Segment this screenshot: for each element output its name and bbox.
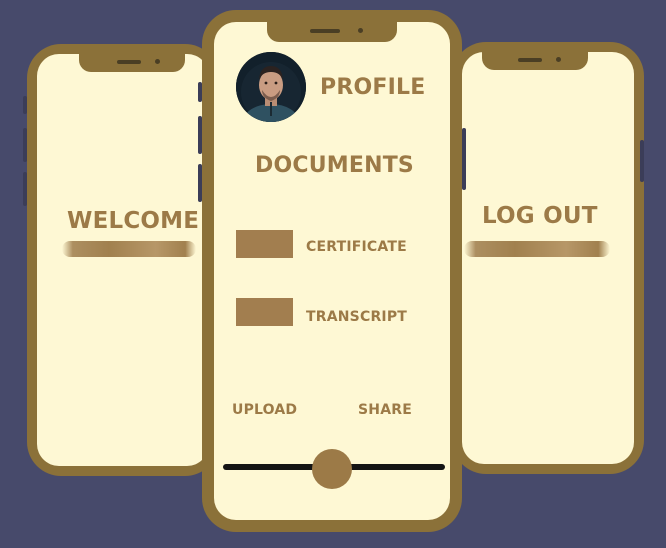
left-phone-side-button <box>23 172 27 206</box>
right-phone-camera <box>556 57 561 62</box>
welcome-title[interactable]: WELCOME <box>67 208 199 234</box>
transcript-label[interactable]: TRANSCRIPT <box>306 309 407 325</box>
share-button[interactable]: SHARE <box>358 402 412 418</box>
left-phone-side-button <box>23 96 27 114</box>
center-phone-camera <box>358 28 363 33</box>
certificate-thumbnail[interactable] <box>236 230 293 258</box>
center-phone-side-button <box>198 82 202 102</box>
left-phone-camera <box>155 59 160 64</box>
left-phone-side-button <box>23 128 27 162</box>
left-phone-speaker <box>117 60 141 64</box>
avatar[interactable] <box>236 52 306 122</box>
documents-title: DOCUMENTS <box>255 153 414 178</box>
welcome-brush-stroke <box>62 241 196 257</box>
profile-photo-icon <box>236 52 306 122</box>
center-phone-side-button <box>198 164 202 202</box>
center-phone-side-button <box>462 128 466 190</box>
log-out-brush-stroke <box>464 241 610 257</box>
left-phone <box>27 44 219 476</box>
center-phone-side-button <box>198 116 202 154</box>
right-phone-screen <box>462 52 634 464</box>
profile-label[interactable]: PROFILE <box>320 75 425 100</box>
log-out-title[interactable]: LOG OUT <box>482 203 598 229</box>
slider-handle[interactable] <box>312 449 352 489</box>
center-phone-speaker <box>310 29 340 33</box>
right-phone-side-button <box>640 140 644 182</box>
left-phone-screen <box>37 54 209 466</box>
upload-button[interactable]: UPLOAD <box>232 402 297 418</box>
right-phone <box>452 42 644 474</box>
certificate-label[interactable]: CERTIFICATE <box>306 239 407 255</box>
transcript-thumbnail[interactable] <box>236 298 293 326</box>
right-phone-speaker <box>518 58 542 62</box>
